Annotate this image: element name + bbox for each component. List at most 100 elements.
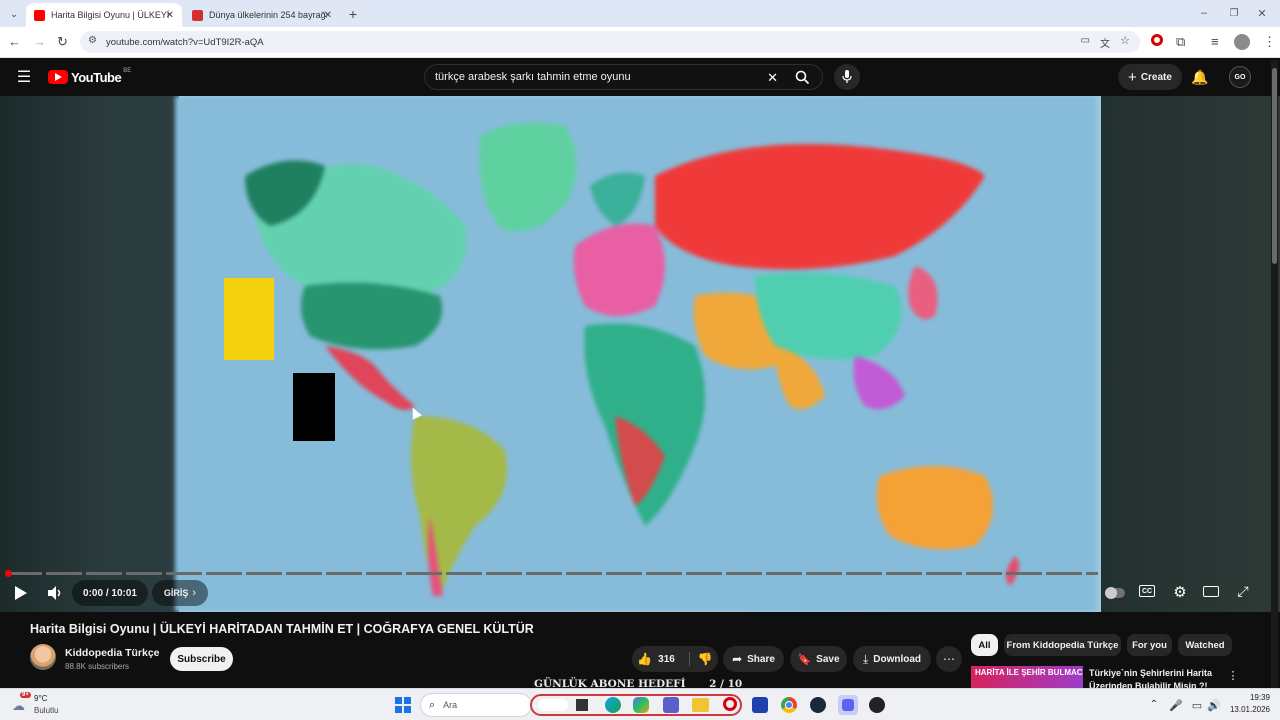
translate-icon[interactable]: 文 — [1100, 35, 1110, 50]
video-player[interactable] — [0, 96, 1280, 612]
recommendation-thumbnail[interactable]: HARİTA İLE ŞEHİR BULMACA — [971, 666, 1083, 688]
app-taskbar-icon[interactable] — [869, 697, 885, 713]
create-button[interactable]: + Create — [1118, 64, 1182, 90]
chip-from-channel[interactable]: From Kiddopedia Türkçe — [1004, 634, 1121, 656]
restore-window-icon[interactable]: ❐ — [1226, 5, 1242, 21]
save-button[interactable]: 🔖 Save — [790, 646, 847, 672]
teams-icon[interactable] — [663, 697, 679, 713]
download-button[interactable]: ⤓ Download — [853, 646, 931, 672]
chip-all[interactable]: All — [971, 634, 998, 656]
scrollbar-thumb[interactable] — [1272, 68, 1277, 264]
like-count: 316 — [658, 653, 675, 665]
chip-label: From Kiddopedia Türkçe — [1006, 639, 1119, 651]
autoplay-toggle[interactable] — [1105, 587, 1125, 599]
notifications-bell-icon[interactable]: 🔔 — [1191, 68, 1209, 86]
like-button[interactable]: 👍 316 — [637, 652, 675, 666]
forward-icon[interactable]: → — [33, 35, 46, 48]
recommendation-menu-icon[interactable]: ⋮ — [1226, 668, 1240, 682]
microphone-tray-icon[interactable]: 🎤 — [1169, 698, 1183, 712]
reload-icon[interactable]: ↻ — [57, 35, 68, 48]
display-tray-icon[interactable]: ▭ — [1190, 698, 1204, 712]
weather-widget[interactable]: ☁ 9+ 9°C Bulutlu — [10, 692, 90, 718]
chapter-button[interactable]: GİRİŞ › — [152, 580, 208, 606]
file-explorer-icon[interactable] — [576, 699, 588, 711]
subscribe-button[interactable]: Subscribe — [170, 647, 233, 671]
bookmark-icon: 🔖 — [797, 653, 812, 666]
opera-extension-icon[interactable] — [1151, 34, 1163, 46]
install-app-icon[interactable]: ▭ — [1081, 35, 1090, 46]
site-favicon-icon — [192, 9, 203, 21]
settings-gear-icon[interactable]: ⚙ — [1171, 583, 1189, 601]
show-hidden-icons[interactable]: ⌃ — [1148, 698, 1160, 710]
save-label: Save — [816, 653, 840, 665]
site-info-icon[interactable]: ⚙ — [88, 35, 97, 46]
search-query: türkçe arabesk şarkı tahmin etme oyunu — [435, 71, 631, 83]
channel-avatar[interactable] — [30, 644, 56, 670]
tab-search-chevron-icon[interactable]: ⌄ — [6, 6, 22, 22]
hamburger-menu-icon[interactable]: ☰ — [14, 68, 34, 86]
youtube-header: ☰ YouTube BE türkçe arabesk şarkı tahmin… — [0, 58, 1280, 96]
fullscreen-icon[interactable]: ⤢ — [1235, 583, 1251, 599]
progress-bar[interactable] — [6, 572, 1098, 575]
plus-icon: + — [1128, 68, 1137, 86]
taskbar-app-blank[interactable] — [538, 699, 568, 711]
browser-tab-active[interactable]: Harita Bilgisi Oyunu | ÜLKEYİ H… ✕ — [26, 3, 182, 27]
theater-mode-icon[interactable] — [1203, 586, 1219, 597]
clear-search-icon[interactable]: ✕ — [767, 70, 778, 86]
steam-icon[interactable] — [810, 697, 826, 713]
weather-cloud-icon: ☁ — [12, 698, 25, 713]
folder-icon[interactable] — [692, 698, 709, 712]
weather-desc: Bulutlu — [34, 706, 59, 715]
volume-tray-icon[interactable]: 🔊 — [1207, 698, 1221, 712]
youtube-logo[interactable]: YouTube BE — [48, 68, 131, 85]
volume-button[interactable] — [46, 584, 64, 602]
minimize-window-icon[interactable]: – — [1196, 5, 1212, 21]
new-tab-icon[interactable]: + — [344, 5, 362, 23]
chip-for-you[interactable]: For you — [1127, 634, 1172, 656]
voice-search-button[interactable] — [834, 64, 860, 90]
channel-name[interactable]: Kiddopedia Türkçe — [65, 647, 160, 659]
profile-avatar-icon[interactable] — [1234, 34, 1250, 50]
address-bar[interactable]: ⚙ youtube.com/watch?v=UdT9I2R-aQA ▭ 文 ☆ — [80, 31, 1140, 53]
taskbar-search-placeholder: Ara — [443, 700, 458, 710]
progress-scrubber[interactable] — [5, 570, 12, 577]
close-window-icon[interactable]: ✕ — [1254, 5, 1270, 21]
back-icon[interactable]: ← — [8, 35, 21, 48]
play-button[interactable] — [12, 584, 30, 602]
download-label: Download — [873, 653, 922, 665]
account-avatar[interactable]: GO — [1229, 66, 1251, 88]
dislike-button[interactable]: 👎 — [688, 652, 713, 666]
share-button[interactable]: ➦ Share — [723, 646, 784, 672]
taskbar-search[interactable]: ⌕ Ara — [420, 693, 532, 717]
search-icon — [795, 70, 809, 84]
player-controls: 0:00 / 10:01 GİRİŞ › CC ⚙ ⤢ — [0, 570, 1280, 612]
chip-watched[interactable]: Watched — [1178, 634, 1232, 656]
windows-taskbar: ☁ 9+ 9°C Bulutlu ⌕ Ara ⌃ 🎤 ▭ 🔊 19:39 13.… — [0, 688, 1280, 720]
extensions-puzzle-icon[interactable]: ⧉ — [1176, 35, 1185, 48]
close-tab-icon[interactable]: ✕ — [166, 10, 174, 21]
chrome-icon[interactable] — [781, 697, 797, 713]
more-actions-button[interactable]: ⋯ — [936, 646, 962, 672]
clock[interactable]: 19:39 13.01.2026 — [1224, 693, 1270, 714]
captions-icon[interactable]: CC — [1139, 585, 1155, 597]
download-arrow-icon: ⤓ — [862, 651, 869, 666]
youtube-logo-text: YouTube — [71, 69, 122, 85]
yellow-overlay-box — [224, 278, 274, 360]
store-icon[interactable] — [752, 697, 768, 713]
windows-start-icon[interactable] — [395, 697, 411, 713]
opera-taskbar-icon[interactable] — [723, 697, 737, 711]
edge-browser-icon[interactable] — [605, 697, 621, 713]
page-scrollbar[interactable] — [1271, 60, 1278, 688]
browser-menu-icon[interactable]: ⋮ — [1263, 35, 1276, 48]
search-input[interactable]: türkçe arabesk şarkı tahmin etme oyunu ✕ — [424, 64, 823, 90]
discord-icon[interactable] — [838, 695, 858, 715]
bookmark-star-icon[interactable]: ☆ — [1120, 34, 1130, 47]
browser-tab[interactable]: Dünya ülkelerinin 254 bayrağı… ✕ — [184, 3, 340, 27]
copilot-icon[interactable] — [633, 697, 649, 713]
clock-date: 13.01.2026 — [1229, 705, 1270, 714]
close-tab-icon[interactable]: ✕ — [324, 10, 332, 21]
media-control-icon[interactable]: ≡ — [1211, 35, 1219, 48]
search-button[interactable] — [782, 65, 822, 89]
tab-label: Harita Bilgisi Oyunu | ÜLKEYİ H… — [51, 10, 169, 20]
recommendation-title[interactable]: Türkiye`nin Şehirlerini Harita Üzerinden… — [1089, 667, 1219, 688]
